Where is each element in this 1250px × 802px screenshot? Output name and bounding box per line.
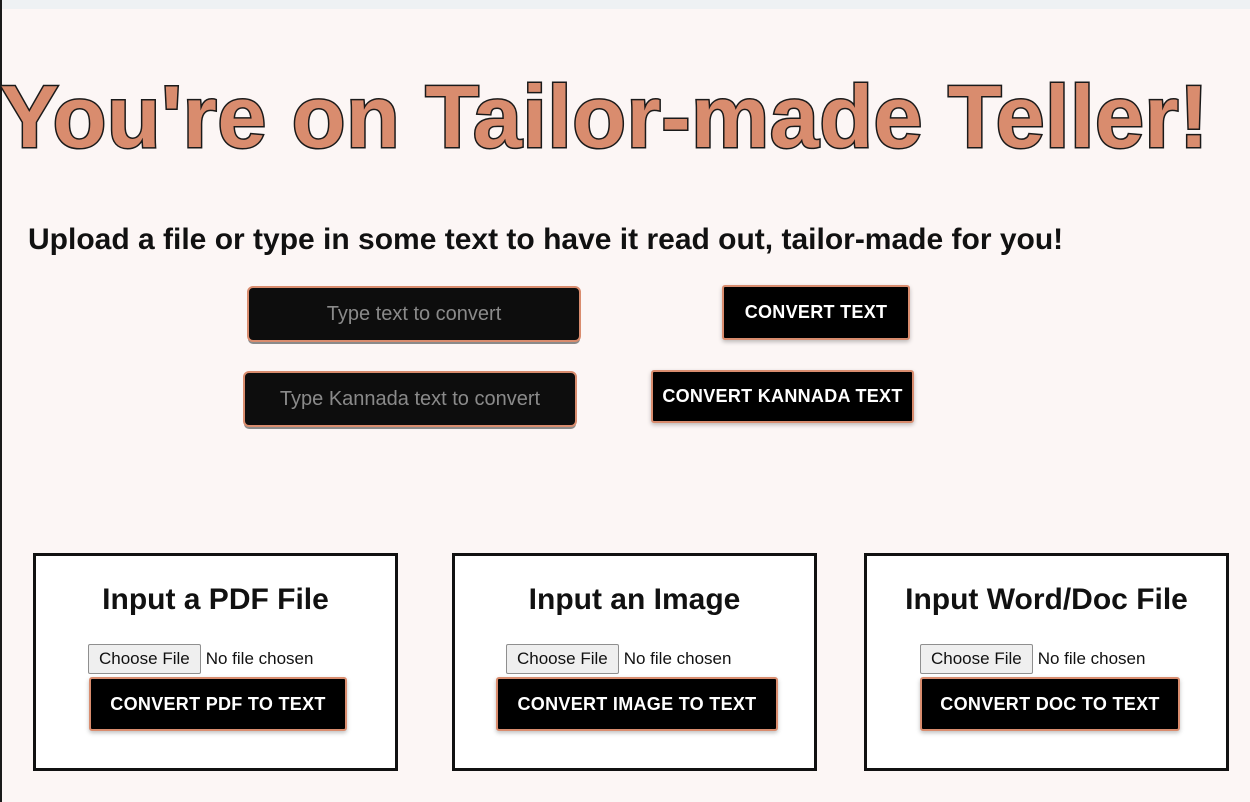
image-card-title: Input an Image — [528, 583, 741, 616]
doc-file-picker: Choose File No file chosen — [920, 644, 1145, 674]
convert-pdf-button[interactable]: Convert PDF to Text — [89, 677, 347, 731]
pdf-file-picker: Choose File No file chosen — [88, 644, 313, 674]
doc-upload-card: Input Word/Doc File Choose File No file … — [864, 553, 1229, 771]
convert-doc-button[interactable]: Convert Doc to Text — [920, 677, 1180, 731]
image-upload-card: Input an Image Choose File No file chose… — [452, 553, 817, 771]
pdf-upload-card: Input a PDF File Choose File No file cho… — [33, 553, 398, 771]
convert-image-button[interactable]: Convert Image to Text — [496, 677, 778, 731]
pdf-file-status: No file chosen — [205, 649, 314, 668]
doc-choose-file-button[interactable]: Choose File — [920, 644, 1033, 674]
image-file-status: No file chosen — [623, 649, 732, 668]
doc-card-title: Input Word/Doc File — [905, 583, 1188, 616]
pdf-choose-file-button[interactable]: Choose File — [88, 644, 201, 674]
kannada-text-input[interactable] — [243, 371, 577, 427]
browser-top-strip — [0, 0, 1250, 9]
page-subtitle: Upload a file or type in some text to ha… — [28, 223, 1064, 256]
image-choose-file-button[interactable]: Choose File — [506, 644, 619, 674]
convert-text-button[interactable]: Convert Text — [722, 285, 910, 340]
doc-file-status: No file chosen — [1037, 649, 1146, 668]
english-text-input[interactable] — [247, 286, 581, 342]
convert-kannada-text-button[interactable]: Convert Kannada Text — [651, 370, 914, 423]
image-file-picker: Choose File No file chosen — [506, 644, 731, 674]
pdf-card-title: Input a PDF File — [102, 583, 329, 616]
page-title: You're on Tailor-made Teller! — [0, 66, 1210, 168]
